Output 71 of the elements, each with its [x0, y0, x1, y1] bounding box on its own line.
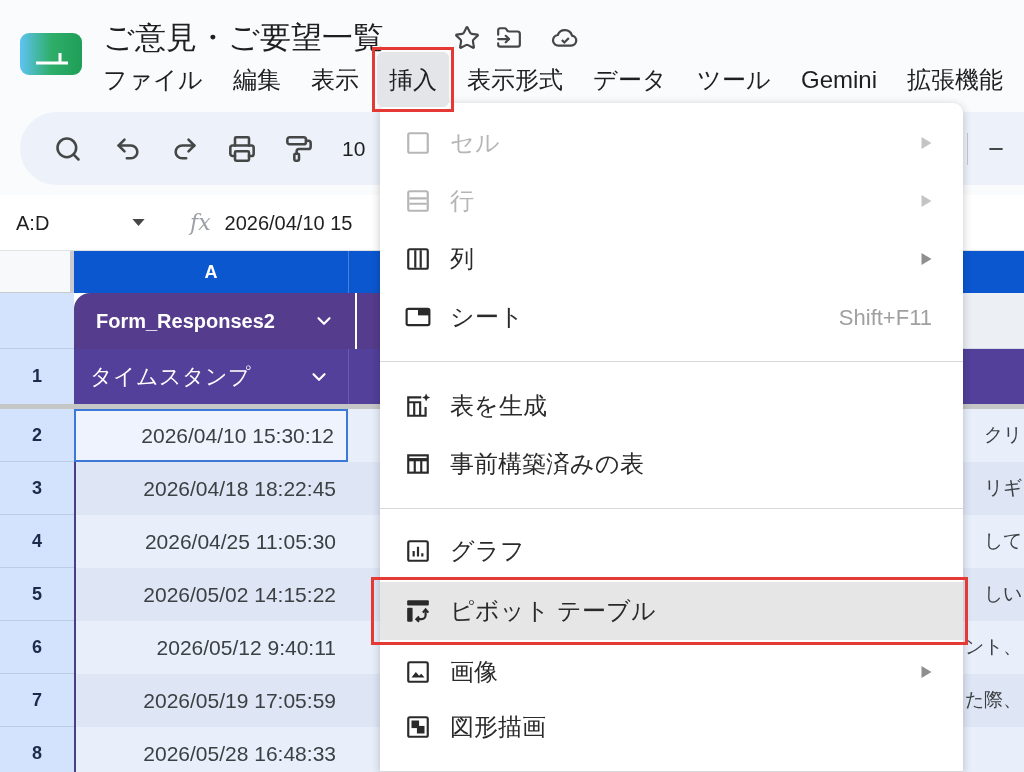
table-name-tab[interactable]: Form_Responses2: [74, 293, 355, 349]
menu-item[interactable]: ピボット テーブル: [380, 582, 963, 640]
table-cell[interactable]: クリ: [963, 409, 1024, 462]
paint-roller-icon[interactable]: [285, 134, 313, 163]
table-cell[interactable]: た際、: [963, 674, 1024, 727]
menu-bar-item[interactable]: 拡張機能: [895, 52, 1016, 107]
row-header[interactable]: 3: [0, 462, 74, 515]
menu-bar-item[interactable]: 表示形式: [455, 52, 575, 107]
corner-cell[interactable]: [0, 251, 74, 293]
menu-item[interactable]: グラフ: [380, 524, 963, 577]
table-cell[interactable]: 2026/05/28 16:48:33: [74, 727, 348, 772]
star-icon[interactable]: [454, 25, 480, 51]
menu-bar-item[interactable]: 挿入: [377, 52, 449, 107]
print-icon[interactable]: [228, 134, 256, 163]
image-icon: [405, 658, 431, 685]
menu-item[interactable]: 表を生成: [380, 377, 963, 435]
table-sparkle-icon: [405, 393, 431, 419]
table-cell[interactable]: [348, 727, 380, 772]
zoom-select[interactable]: 10: [342, 132, 366, 165]
table-cell[interactable]: 2026/05/12 9:40:11: [74, 621, 348, 674]
pivot-table-icon: [405, 598, 431, 624]
table-cell[interactable]: 2026/04/25 11:05:30: [74, 515, 348, 568]
dropdown-caret-icon[interactable]: [132, 219, 145, 226]
column-header[interactable]: A: [74, 251, 348, 293]
table-cell[interactable]: 2026/04/10 15:30:12: [74, 409, 348, 462]
table-header-segment[interactable]: [357, 293, 382, 349]
app-logo-icon[interactable]: [20, 33, 82, 75]
row-header[interactable]: 7: [0, 674, 74, 727]
table-cell[interactable]: [348, 621, 380, 674]
table-cell[interactable]: リギ: [963, 462, 1024, 515]
table-cell[interactable]: 2026/05/19 17:05:59: [74, 674, 348, 727]
menu-bar-item[interactable]: データ: [581, 52, 679, 107]
formula-input[interactable]: 2026/04/10 15: [224, 207, 353, 238]
menu-item[interactable]: シート Shift+F11: [380, 288, 963, 346]
columns-icon: [405, 246, 431, 272]
menu-bar-item[interactable]: ツール: [685, 52, 783, 107]
table-column-header[interactable]: タイムスタンプ: [74, 349, 348, 404]
menu-item[interactable]: 図形描画: [380, 698, 963, 756]
menu-item[interactable]: 画像: [380, 645, 963, 698]
row-header[interactable]: 8: [0, 727, 74, 772]
row-header[interactable]: 5: [0, 568, 74, 621]
square-icon: [405, 130, 431, 156]
table-cell[interactable]: [348, 462, 380, 515]
table-cell[interactable]: [963, 727, 1024, 772]
table-cell[interactable]: [348, 568, 380, 621]
row-header[interactable]: 4: [0, 515, 74, 568]
table-header-background: [963, 349, 1024, 404]
table-name-row-background: [963, 293, 1024, 349]
table-cell[interactable]: ント、: [963, 621, 1024, 674]
row-header[interactable]: 6: [0, 621, 74, 674]
shortcut-label: Shift+F11: [838, 303, 932, 332]
menu-item[interactable]: 事前構築済みの表: [380, 435, 963, 493]
function-label: fx: [190, 209, 211, 237]
name-box[interactable]: A:D: [0, 207, 130, 238]
table-cell[interactable]: して: [963, 515, 1024, 568]
rows-icon: [405, 188, 431, 214]
table-cell[interactable]: 2026/04/18 18:22:45: [74, 462, 348, 515]
table-cell[interactable]: [348, 409, 380, 462]
row-header[interactable]: 2: [0, 409, 74, 462]
table-cell[interactable]: 2026/05/02 14:15:22: [74, 568, 348, 621]
search-icon[interactable]: [54, 134, 82, 163]
table-cell[interactable]: [348, 515, 380, 568]
table-header-background: [348, 349, 380, 404]
row-header: 1: [0, 349, 74, 404]
table-cell[interactable]: [348, 674, 380, 727]
shapes-icon: [405, 714, 431, 740]
table-icon: [405, 451, 431, 477]
menu-bar-item[interactable]: Gemini: [789, 52, 890, 107]
menu-item[interactable]: 列: [380, 230, 963, 288]
bar-chart-icon: [405, 537, 431, 564]
table-cell[interactable]: しい: [963, 568, 1024, 621]
